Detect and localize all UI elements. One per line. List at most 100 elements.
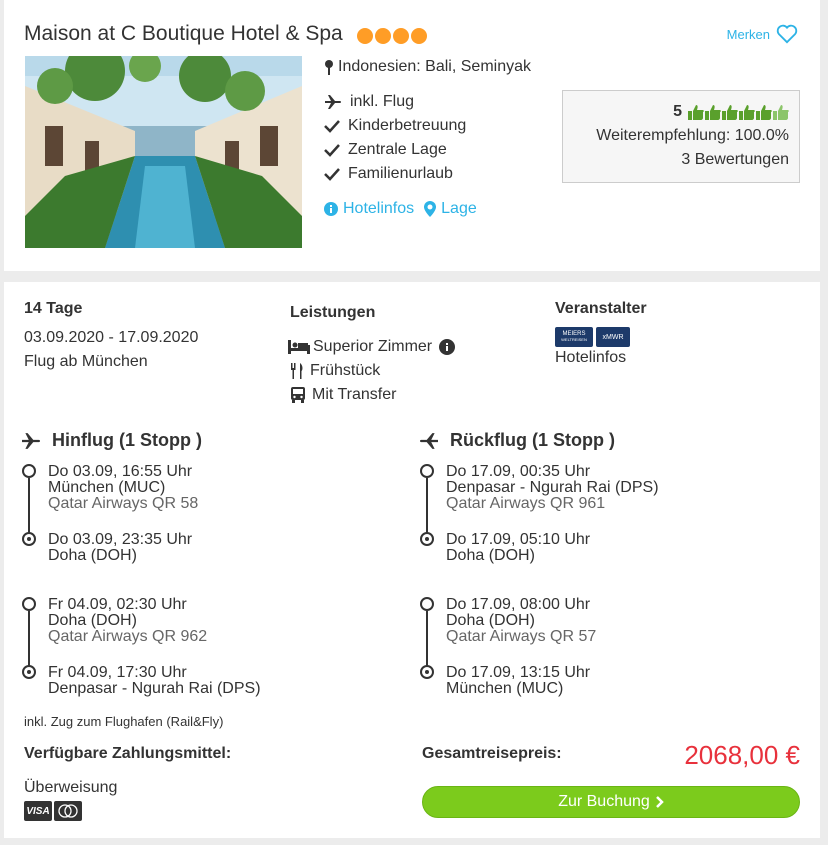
hotel-location: Indonesien: Bali, Seminyak bbox=[324, 58, 531, 76]
service-board: Frühstück bbox=[290, 359, 380, 383]
pin-icon bbox=[325, 60, 333, 75]
departure-airport: Doha (DOH) bbox=[48, 612, 137, 629]
feature-item: Kinderbetreuung bbox=[324, 114, 466, 138]
departure-node-icon bbox=[420, 597, 434, 611]
service-transfer: Mit Transfer bbox=[290, 383, 396, 407]
departure-time: Fr 04.09, 02:30 Uhr bbox=[48, 596, 187, 613]
chevron-right-icon bbox=[655, 796, 664, 808]
feature-item: Familienurlaub bbox=[324, 162, 466, 186]
mwr-logo: xMWR bbox=[596, 327, 630, 347]
return-title: Rückflug (1 Stopp ) bbox=[450, 430, 615, 450]
segment-departure: Do 03.09, 16:55 Uhr München (MUC) Qatar … bbox=[48, 464, 198, 512]
services-heading: Leistungen bbox=[290, 304, 376, 321]
bus-icon bbox=[291, 387, 305, 403]
plane-icon bbox=[325, 95, 341, 109]
bookmark-button[interactable]: Merken bbox=[727, 24, 798, 44]
meiers-logo: MEIERS WELTREISEN bbox=[555, 327, 593, 347]
hotelinfos-label: Hotelinfos bbox=[343, 200, 415, 217]
arrival-airport: München (MUC) bbox=[446, 680, 564, 697]
feature-list: inkl. Flug Kinderbetreuung Zentrale Lage… bbox=[324, 90, 466, 186]
plane-icon bbox=[420, 432, 438, 449]
arrival-node-icon bbox=[420, 532, 434, 546]
segment-departure: Fr 04.09, 02:30 Uhr Doha (DOH) Qatar Air… bbox=[48, 597, 207, 645]
feature-label: Familienurlaub bbox=[348, 165, 453, 182]
booking-button[interactable]: Zur Buchung bbox=[422, 786, 800, 818]
airline-flight: Qatar Airways QR 961 bbox=[446, 495, 606, 512]
departure-node-icon bbox=[22, 464, 36, 478]
rating-score-row: 5 bbox=[563, 101, 789, 123]
star-icon bbox=[375, 28, 391, 44]
service-board-label: Frühstück bbox=[310, 362, 381, 379]
hotel-photo-image bbox=[25, 56, 302, 248]
outbound-title: Hinflug (1 Stopp ) bbox=[52, 430, 202, 450]
airline-flight: Qatar Airways QR 58 bbox=[48, 495, 199, 512]
hotel-name[interactable]: Maison at C Boutique Hotel & Spa bbox=[24, 22, 343, 46]
service-transfer-label: Mit Transfer bbox=[312, 386, 397, 403]
hotelinfos-link[interactable]: Hotelinfos bbox=[324, 200, 414, 218]
star-icon bbox=[411, 28, 427, 44]
bookmark-label: Merken bbox=[726, 26, 770, 42]
arrival-time: Fr 04.09, 17:30 Uhr bbox=[48, 664, 187, 681]
lage-link[interactable]: Lage bbox=[424, 200, 477, 218]
service-room: Superior Zimmer bbox=[288, 335, 456, 359]
service-room-label: Superior Zimmer bbox=[313, 338, 433, 355]
arrival-time: Do 17.09, 05:10 Uhr bbox=[446, 531, 591, 548]
thumbs-up-icon bbox=[756, 105, 772, 120]
thumbs-up-icon bbox=[688, 105, 704, 120]
segment-arrival: Do 03.09, 23:35 Uhr Doha (DOH) bbox=[48, 532, 192, 564]
feature-item: Zentrale Lage bbox=[324, 138, 466, 162]
checkmark-icon bbox=[324, 168, 340, 181]
arrival-airport: Doha (DOH) bbox=[446, 547, 535, 564]
departure-airport: München (MUC) bbox=[48, 479, 166, 496]
rating-thumbs bbox=[688, 104, 789, 120]
rating-score: 5 bbox=[673, 103, 682, 120]
operator-heading: Veranstalter bbox=[555, 300, 647, 317]
departure-node-icon bbox=[22, 597, 36, 611]
hotel-photo[interactable] bbox=[25, 56, 302, 248]
rating-box: 5 Weiterempfehlung: 100.0% 3 Bewertungen bbox=[562, 90, 800, 183]
star-icon bbox=[393, 28, 409, 44]
payment-method: Überweisung bbox=[24, 779, 118, 796]
outbound-heading: Hinflug (1 Stopp ) bbox=[20, 430, 202, 451]
departure-airport: Doha (DOH) bbox=[446, 612, 535, 629]
operator-hotelinfos-link[interactable]: Hotelinfos bbox=[555, 346, 626, 370]
map-marker-icon bbox=[424, 201, 437, 217]
card-logos: VISA bbox=[24, 801, 82, 821]
rail-note: inkl. Zug zum Flughafen (Rail&Fly) bbox=[24, 714, 224, 729]
checkmark-icon bbox=[324, 120, 340, 133]
airline-flight: Qatar Airways QR 962 bbox=[48, 628, 208, 645]
hotel-card: Maison at C Boutique Hotel & Spa Merken bbox=[4, 0, 820, 271]
arrival-time: Do 03.09, 23:35 Uhr bbox=[48, 531, 193, 548]
hotel-stars bbox=[357, 28, 427, 44]
segment-arrival: Fr 04.09, 17:30 Uhr Denpasar - Ngurah Ra… bbox=[48, 665, 261, 697]
route-line bbox=[28, 478, 30, 540]
bed-icon bbox=[288, 340, 310, 354]
thumbs-up-icon bbox=[739, 105, 755, 120]
heart-icon bbox=[776, 24, 798, 44]
airline-flight: Qatar Airways QR 57 bbox=[446, 628, 597, 645]
mastercard-icon bbox=[58, 804, 78, 818]
route-line bbox=[426, 478, 428, 540]
info-icon[interactable] bbox=[439, 339, 456, 355]
trip-duration: 14 Tage bbox=[24, 300, 83, 317]
segment-arrival: Do 17.09, 05:10 Uhr Doha (DOH) bbox=[446, 532, 590, 564]
review-count[interactable]: 3 Bewertungen bbox=[563, 147, 789, 171]
feature-item: inkl. Flug bbox=[324, 90, 466, 114]
route-line bbox=[426, 611, 428, 673]
feature-label: Kinderbetreuung bbox=[348, 117, 467, 134]
arrival-time: Do 17.09, 13:15 Uhr bbox=[446, 664, 591, 681]
segment-arrival: Do 17.09, 13:15 Uhr München (MUC) bbox=[446, 665, 590, 697]
trip-departure: Flug ab München bbox=[24, 353, 148, 370]
arrival-airport: Denpasar - Ngurah Rai (DPS) bbox=[48, 680, 261, 697]
operator-logos: MEIERS WELTREISEN xMWR bbox=[555, 327, 630, 347]
cutlery-icon bbox=[291, 363, 303, 379]
visa-logo: VISA bbox=[24, 801, 52, 821]
feature-label: Zentrale Lage bbox=[348, 141, 447, 158]
location-text: Indonesien: Bali, Seminyak bbox=[338, 58, 531, 75]
departure-time: Do 17.09, 00:35 Uhr bbox=[446, 463, 591, 480]
segment-departure: Do 17.09, 00:35 Uhr Denpasar - Ngurah Ra… bbox=[446, 464, 659, 512]
star-icon bbox=[357, 28, 373, 44]
booking-button-label: Zur Buchung bbox=[558, 793, 650, 810]
departure-airport: Denpasar - Ngurah Rai (DPS) bbox=[446, 479, 659, 496]
hotel-links: Hotelinfos Lage bbox=[324, 200, 477, 218]
